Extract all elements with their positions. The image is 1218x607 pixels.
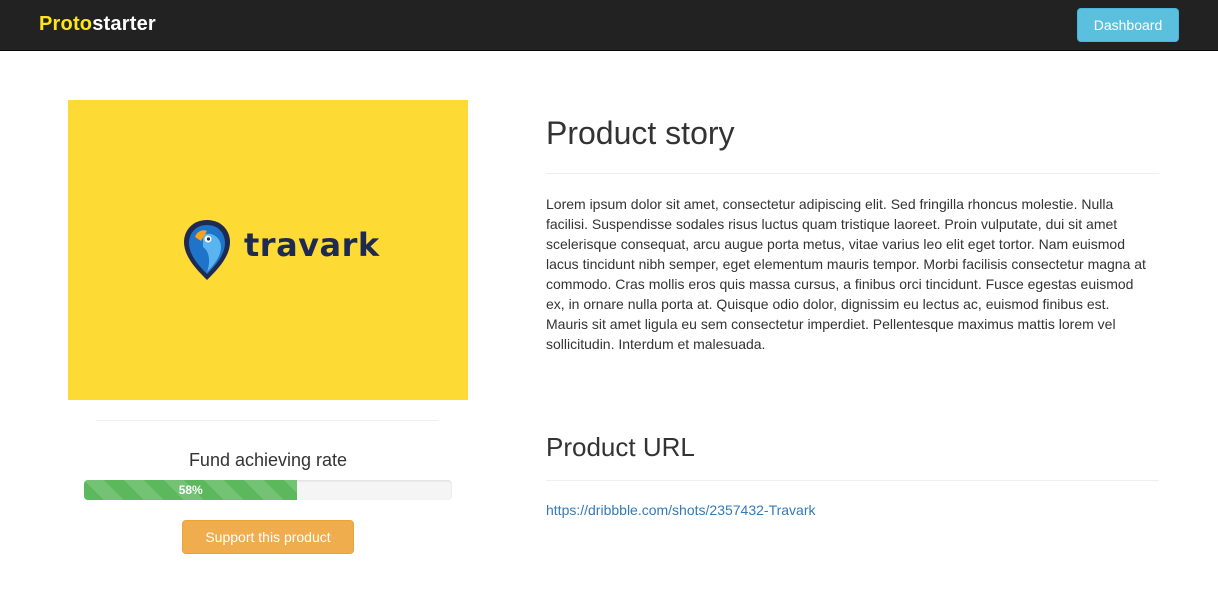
product-story-heading: Product story (546, 115, 735, 151)
divider (96, 420, 438, 421)
logo-text: travark (244, 226, 380, 264)
divider (546, 480, 1159, 481)
navbar: Protostarter Dashboard (0, 0, 1218, 51)
fund-rate-label: Fund achieving rate (188, 450, 348, 470)
product-url-heading: Product URL (546, 432, 695, 462)
fund-progress-bar: 58% (84, 480, 298, 500)
brand-part-starter: starter (92, 13, 156, 35)
fund-progress: 58% (84, 480, 452, 500)
brand-logo[interactable]: Protostarter (39, 13, 156, 36)
brand-part-proto: Proto (39, 13, 93, 35)
divider (546, 173, 1159, 174)
product-image: travark (68, 100, 468, 400)
product-story-text: Lorem ipsum dolor sit amet, consectetur … (546, 196, 1146, 352)
travark-bird-logo-icon (184, 220, 230, 280)
dashboard-button[interactable]: Dashboard (1077, 8, 1179, 42)
product-url-link[interactable]: https://dribbble.com/shots/2357432-Trava… (546, 502, 816, 518)
support-product-button[interactable]: Support this product (182, 520, 354, 554)
